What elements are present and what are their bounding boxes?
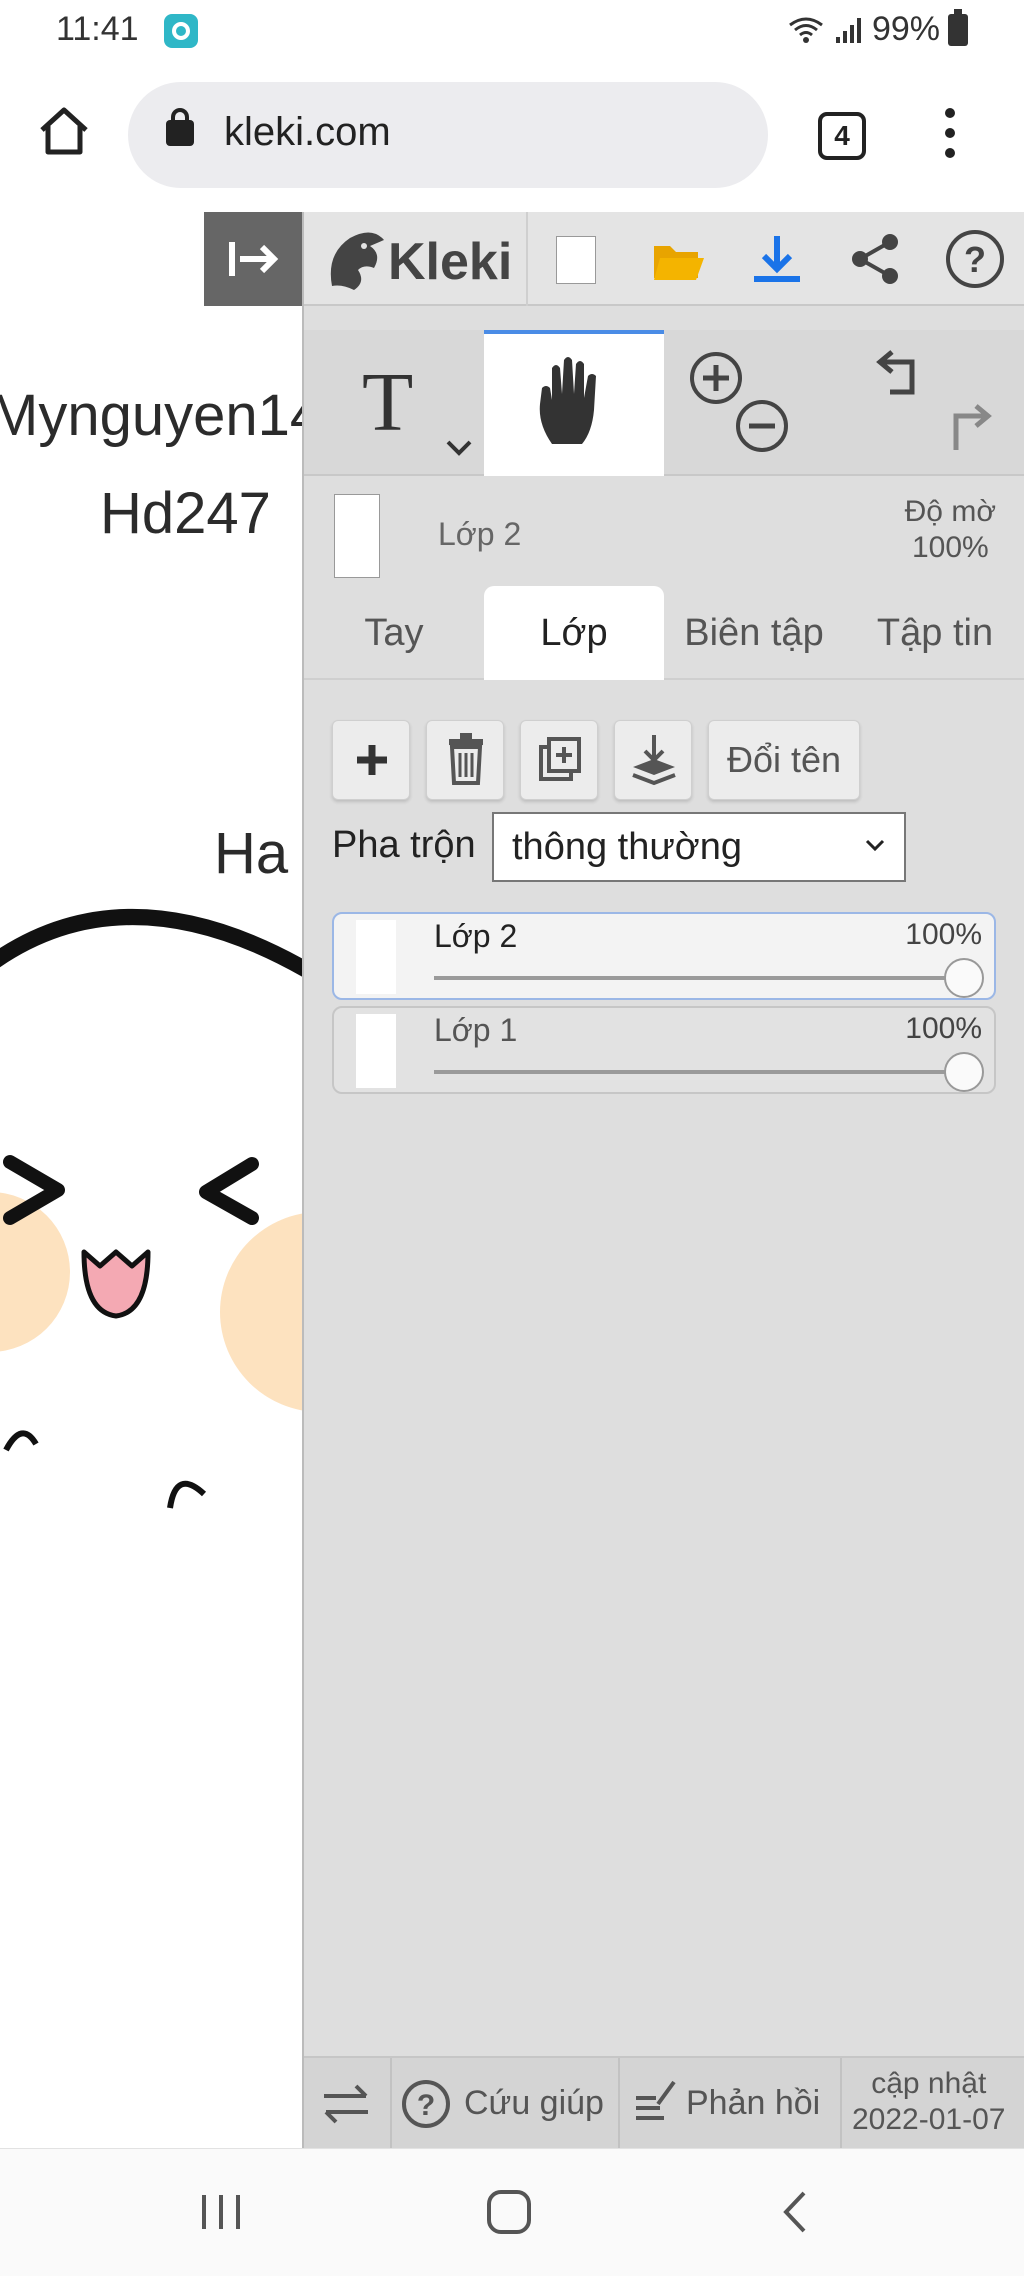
- status-bar: 11:41 99%: [0, 0, 1024, 60]
- undo-icon[interactable]: [872, 346, 928, 402]
- feedback-icon: [636, 2080, 676, 2120]
- current-layer-info: Lớp 2 Độ mờ 100%: [304, 478, 1024, 596]
- hand-tool-button[interactable]: [484, 330, 664, 476]
- wifi-icon: [789, 17, 823, 43]
- trash-icon: [449, 733, 483, 785]
- current-layer-thumbnail[interactable]: [334, 494, 380, 578]
- new-file-icon[interactable]: [556, 236, 596, 284]
- delete-layer-button[interactable]: [426, 720, 504, 800]
- blend-mode-select[interactable]: thông thường: [492, 812, 906, 882]
- collapse-panel-button[interactable]: [204, 212, 302, 306]
- text-tool-button[interactable]: T: [304, 330, 484, 476]
- canvas-text-line: Hd247: [100, 481, 271, 546]
- url-text: kleki.com: [224, 110, 391, 154]
- layer-item-2[interactable]: Lớp 2 100%: [332, 912, 996, 1000]
- chevron-down-icon[interactable]: [444, 438, 474, 458]
- merge-down-button[interactable]: [614, 720, 692, 800]
- download-icon[interactable]: [750, 232, 804, 286]
- svg-text:T: T: [362, 356, 413, 449]
- layer-opacity-handle[interactable]: [944, 958, 984, 998]
- layer-thumbnail: [356, 1014, 396, 1088]
- share-icon[interactable]: [848, 232, 902, 286]
- drawing-canvas[interactable]: Mynguyen14 Hd247 Ha: [0, 212, 302, 2148]
- layer-opacity: 100%: [905, 918, 982, 951]
- canvas-drawing: [0, 909, 302, 1509]
- feedback-label: Phản hồi: [686, 2084, 821, 2122]
- system-nav-bar: [0, 2148, 1024, 2276]
- layers-content: Đổi tên Pha trộn thông thường Lớp 2 100%…: [304, 682, 1024, 2026]
- layer-thumbnail: [356, 920, 396, 994]
- layer-opacity-handle[interactable]: [944, 1052, 984, 1092]
- panel-footer: ? Cứu giúp Phản hồi cập nhật 2022-01-07: [304, 2056, 1024, 2150]
- kleki-logo: Kleki: [388, 233, 513, 291]
- tool-bar: T: [304, 330, 1024, 476]
- kleki-logo-icon: [330, 232, 384, 290]
- battery-percent: 99%: [871, 10, 940, 48]
- chevron-down-icon: [865, 839, 885, 852]
- opacity-label: Độ mờ: [904, 495, 996, 528]
- add-layer-button[interactable]: [332, 720, 410, 800]
- rename-layer-button[interactable]: Đổi tên: [708, 720, 860, 800]
- status-time: 11:41: [56, 10, 139, 48]
- home-icon[interactable]: [36, 102, 92, 158]
- signal-icon: [835, 17, 861, 43]
- status-indicators: 99%: [786, 8, 968, 49]
- layer-name: Lớp 1: [434, 1012, 518, 1048]
- panel-tabs: Tay Lớp Biên tập Tập tin: [304, 586, 1024, 680]
- tab-switcher-button[interactable]: 4: [818, 112, 866, 160]
- current-layer-name: Lớp 2: [438, 516, 522, 552]
- canvas-text-line: Mynguyen14: [0, 383, 302, 448]
- kleki-panel: Kleki ? T Lớp 2 Độ mờ 100% Tay Lớp Biên …: [302, 212, 1024, 2150]
- layer-opacity-slider[interactable]: [434, 1070, 970, 1074]
- plus-icon: [357, 745, 387, 775]
- more-menu-icon[interactable]: [940, 108, 960, 164]
- tab-file[interactable]: Tập tin: [844, 586, 1024, 680]
- current-layer-opacity: Độ mờ 100%: [905, 494, 996, 566]
- layer-item-1[interactable]: Lớp 1 100%: [332, 1006, 996, 1094]
- duplicate-icon: [539, 737, 581, 781]
- app-notification-icon: [164, 14, 198, 48]
- swap-side-icon[interactable]: [318, 2076, 374, 2132]
- app-top-bar: Kleki ?: [304, 212, 1024, 306]
- home-nav-icon[interactable]: [484, 2187, 534, 2237]
- help-link[interactable]: ? Cứu giúp: [400, 2058, 618, 2150]
- redo-icon[interactable]: [940, 400, 996, 456]
- blend-mode-value: thông thường: [512, 826, 742, 868]
- duplicate-layer-button[interactable]: [520, 720, 598, 800]
- help-icon: ?: [402, 2080, 450, 2128]
- address-bar[interactable]: kleki.com: [128, 82, 768, 188]
- recent-apps-icon[interactable]: [196, 2187, 246, 2237]
- layer-opacity-slider[interactable]: [434, 976, 970, 980]
- svg-text:?: ?: [964, 239, 986, 280]
- tab-edit[interactable]: Biên tập: [664, 586, 844, 680]
- opacity-value: 100%: [911, 531, 989, 564]
- tab-layers[interactable]: Lớp: [484, 586, 664, 680]
- hand-icon: [539, 357, 596, 444]
- back-icon[interactable]: [772, 2187, 822, 2237]
- lock-icon: [166, 108, 194, 146]
- update-info[interactable]: cập nhật 2022-01-07: [852, 2066, 1005, 2138]
- browser-toolbar: kleki.com 4: [0, 60, 1024, 212]
- blend-mode-label: Pha trộn: [332, 824, 476, 866]
- open-folder-icon[interactable]: [652, 236, 706, 284]
- svg-text:?: ?: [417, 2089, 435, 2122]
- zoom-out-icon[interactable]: [734, 398, 790, 454]
- update-label: cập nhật: [871, 2067, 987, 2100]
- battery-icon: [948, 8, 968, 46]
- help-icon[interactable]: ?: [944, 228, 1006, 290]
- feedback-link[interactable]: Phản hồi: [628, 2058, 840, 2150]
- layer-name: Lớp 2: [434, 918, 518, 954]
- update-date: 2022-01-07: [852, 2103, 1006, 2136]
- layer-opacity: 100%: [905, 1012, 982, 1045]
- help-label: Cứu giúp: [464, 2084, 604, 2122]
- collapse-arrow-icon: [229, 242, 279, 276]
- merge-down-icon: [632, 735, 676, 786]
- tab-hand[interactable]: Tay: [304, 586, 484, 680]
- text-tool-icon: T: [362, 356, 413, 449]
